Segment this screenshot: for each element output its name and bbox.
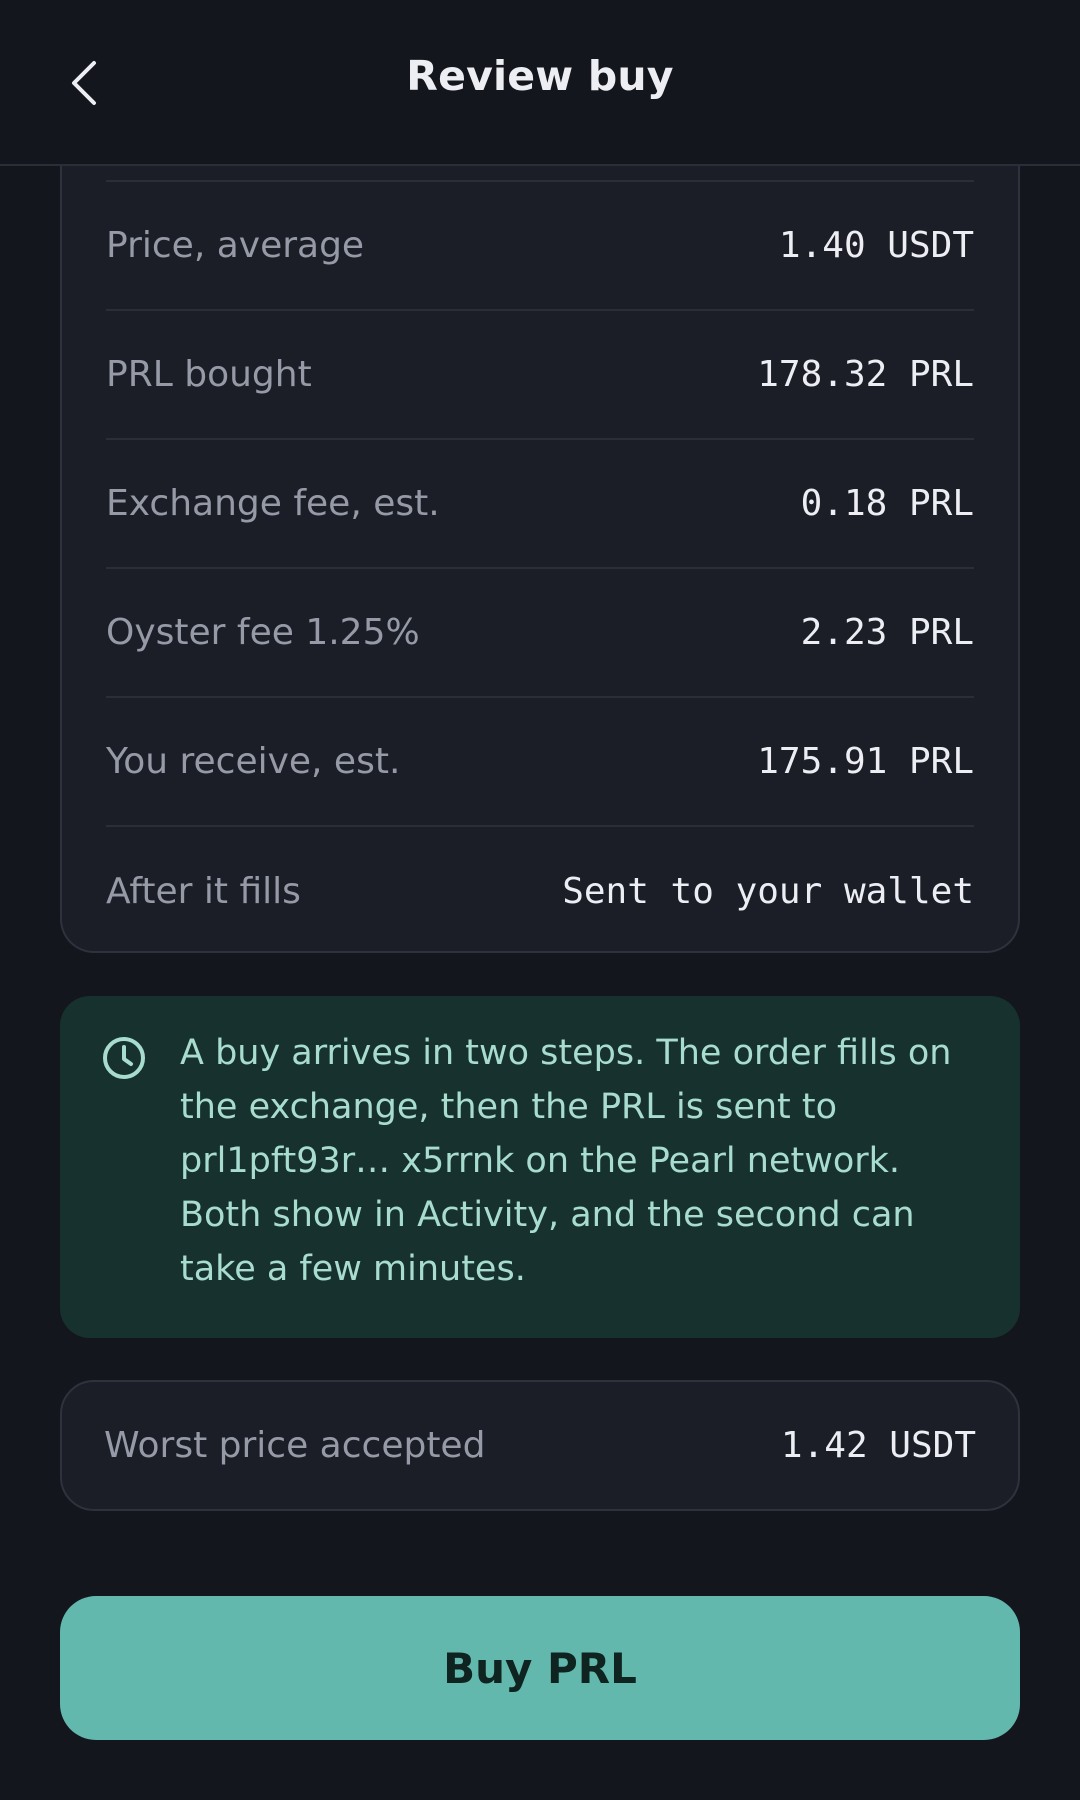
row-value: 178.32 PRL	[757, 354, 974, 395]
row-label: Price, average	[106, 225, 365, 266]
row-value: 175.91 PRL	[757, 741, 974, 782]
row-label: PRL bought	[106, 354, 312, 395]
row-label: Oyster fee 1.25%	[106, 612, 420, 653]
summary-row-oyster-fee: Oyster fee 1.25% 2.23 PRL	[106, 569, 974, 698]
row-label: You receive, est.	[106, 741, 401, 782]
summary-row-price-average: Price, average 1.40 USDT	[106, 182, 974, 311]
buy-prl-button[interactable]: Buy PRL	[60, 1596, 1020, 1740]
row-value: Sent to your wallet	[562, 871, 974, 912]
summary-row-exchange-fee: Exchange fee, est. 0.18 PRL	[106, 440, 974, 569]
row-label: Exchange fee, est.	[106, 483, 440, 524]
header: Review buy	[0, 0, 1080, 166]
row-value: 2.23 PRL	[800, 612, 974, 653]
row-value: 0.18 PRL	[800, 483, 974, 524]
clock-icon	[103, 1037, 145, 1079]
summary-row-you-receive: You receive, est. 175.91 PRL	[106, 698, 974, 827]
info-note-text: A buy arrives in two steps. The order fi…	[180, 1033, 952, 1289]
order-summary-card: Price, average 1.40 USDT PRL bought 178.…	[60, 120, 1020, 953]
summary-row-prl-bought: PRL bought 178.32 PRL	[106, 311, 974, 440]
worst-price-label: Worst price accepted	[104, 1425, 486, 1466]
row-value: 1.40 USDT	[778, 225, 974, 266]
page-title: Review buy	[406, 52, 674, 100]
worst-price-card: Worst price accepted 1.42 USDT	[60, 1380, 1020, 1511]
summary-row-after-fill: After it fills Sent to your wallet	[106, 827, 974, 956]
worst-price-value: 1.42 USDT	[780, 1425, 976, 1466]
review-buy-screen: Review buy Price, average 1.40 USDT PRL …	[0, 0, 1080, 1800]
delivery-info-note: A buy arrives in two steps. The order fi…	[60, 996, 1020, 1338]
row-label: After it fills	[106, 871, 301, 912]
